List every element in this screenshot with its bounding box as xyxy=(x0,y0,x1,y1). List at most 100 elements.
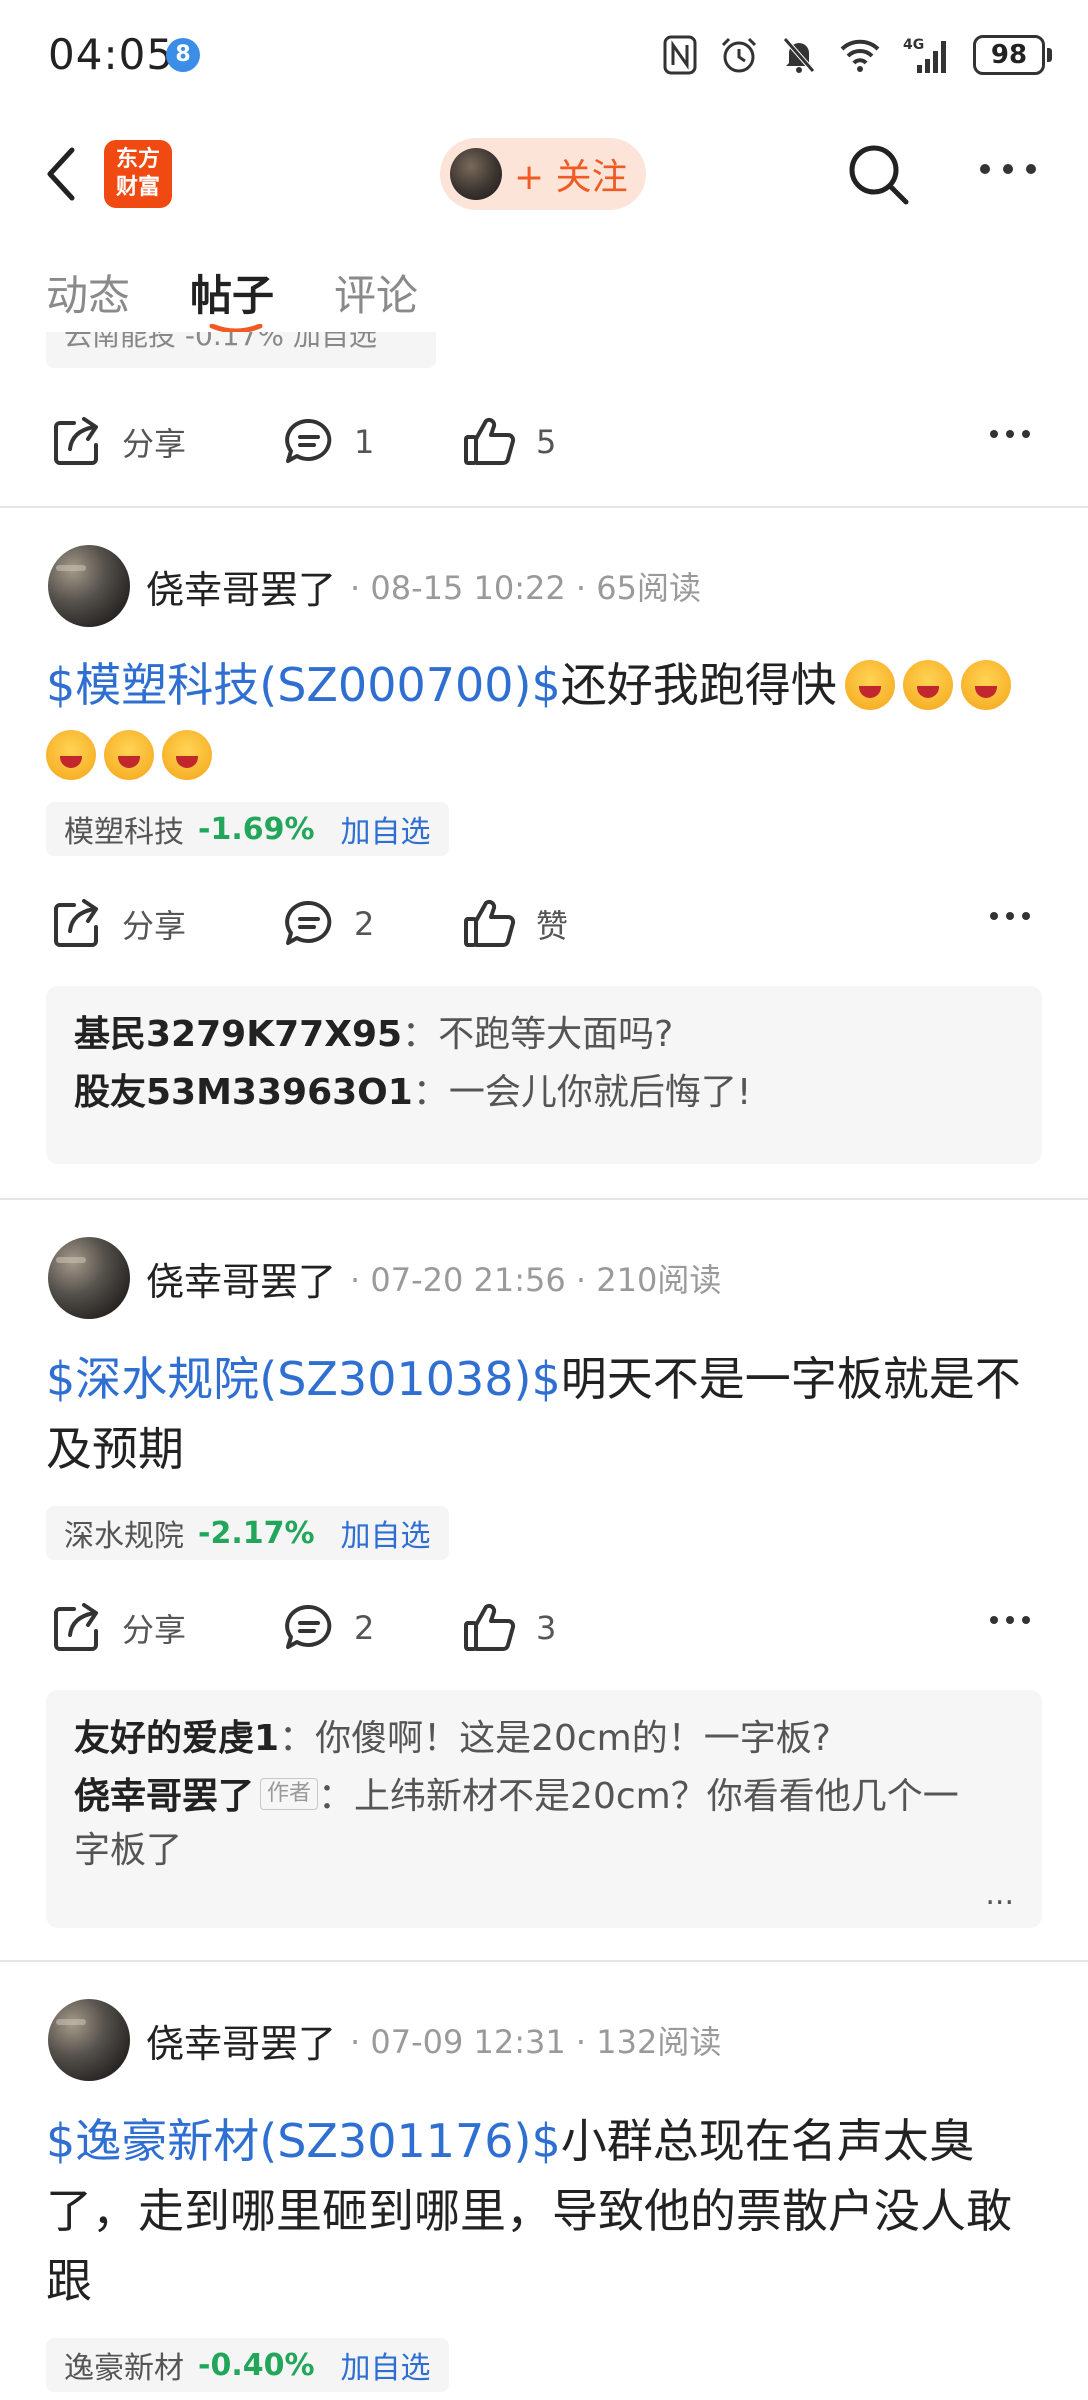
post-actions-0: 分享 1 5 xyxy=(0,402,1088,482)
add-watchlist-button[interactable]: 加自选 xyxy=(341,807,431,851)
like-count: 5 xyxy=(536,423,557,461)
add-watchlist-button[interactable]: 加自选 xyxy=(341,1511,431,1555)
comment-icon xyxy=(285,1604,332,1649)
add-watchlist-button[interactable]: 加自选 xyxy=(341,2343,431,2387)
back-arrow-icon[interactable] xyxy=(44,146,80,202)
stock-link[interactable]: $逸豪新材(SZ301176)$ xyxy=(46,2114,561,2168)
comment-item: 基民3279K77X95：不跑等大面吗? xyxy=(74,1008,1014,1062)
thumbs-up-icon xyxy=(464,417,516,465)
mute-icon xyxy=(783,37,815,73)
nfc-icon xyxy=(663,35,697,75)
tab-posts[interactable]: 帖子 xyxy=(190,262,274,323)
like-button[interactable]: 3 xyxy=(462,1588,556,1668)
comment-icon xyxy=(285,900,332,945)
tab-bar: 动态 帖子 评论 xyxy=(0,262,1088,334)
clock: 04:05 xyxy=(48,30,175,79)
author-name[interactable]: 侥幸哥罢了 xyxy=(146,559,336,614)
post-header: 侥幸哥罢了 · 07-20 21:56 · 210阅读 xyxy=(48,1236,721,1320)
tab-comments[interactable]: 评论 xyxy=(334,262,418,323)
comment-preview[interactable]: 基民3279K77X95：不跑等大面吗? 股友53M33963O1：一会儿你就后… xyxy=(46,986,1042,1164)
comment-count: 2 xyxy=(354,1609,375,1647)
comment-count: 2 xyxy=(354,905,375,943)
share-button[interactable]: 分享 xyxy=(50,884,186,964)
avatar xyxy=(450,148,502,200)
commenter-name[interactable]: 侥幸哥罢了 xyxy=(74,1776,254,1817)
battery-level: 98 xyxy=(973,35,1045,75)
stock-name: 逸豪新材 xyxy=(64,2351,184,2386)
post-actions: 分享 2 3 xyxy=(0,1588,1088,1668)
comment-text: 你傻啊！这是20cm的！一字板? xyxy=(315,1718,831,1759)
nav-bar: 东方 财富 + 关注 xyxy=(0,130,1088,220)
comment-button[interactable]: 2 xyxy=(282,884,374,964)
comment-button[interactable]: 1 xyxy=(282,402,374,482)
stock-name: 深水规院 xyxy=(64,1519,184,1554)
stock-chip-partial: 云南能投 -0.17% 加自选 xyxy=(46,332,436,368)
author-name[interactable]: 侥幸哥罢了 xyxy=(146,2013,336,2068)
more-icon[interactable] xyxy=(988,428,1032,440)
stock-chip[interactable]: 深水规院 -2.17% 加自选 xyxy=(46,1506,449,1560)
commenter-name[interactable]: 基民3279K77X95 xyxy=(74,1014,402,1055)
notification-badge: 8 xyxy=(166,38,200,72)
divider xyxy=(0,506,1088,508)
like-button[interactable]: 赞 xyxy=(462,884,568,964)
post-body[interactable]: $深水规院(SZ301038)$明天不是一字板就是不及预期 xyxy=(46,1344,1046,1484)
grin-emoji-icon xyxy=(46,729,96,780)
grin-emoji-icon xyxy=(162,729,212,780)
signal-4g-icon: 4G xyxy=(903,37,946,73)
system-icons: 4G 98 xyxy=(663,30,1052,80)
stock-link[interactable]: $深水规院(SZ301038)$ xyxy=(46,1352,561,1406)
expand-more[interactable]: ... xyxy=(985,1877,1014,1912)
more-icon[interactable] xyxy=(988,910,1032,922)
stock-change: -0.40% xyxy=(198,2347,315,2383)
logo-text-1: 东方 xyxy=(115,147,160,172)
post-meta: · 08-15 10:22 · 65阅读 xyxy=(350,569,701,607)
stock-link[interactable]: $模塑科技(SZ000700)$ xyxy=(46,658,561,712)
thumbs-up-icon xyxy=(464,1603,516,1651)
share-icon xyxy=(54,417,98,465)
post-meta: · 07-09 12:31 · 132阅读 xyxy=(350,2023,722,2061)
share-label: 分享 xyxy=(122,1611,187,1649)
avatar[interactable] xyxy=(48,545,130,627)
tab-activity[interactable]: 动态 xyxy=(46,262,130,323)
logo-text-2: 财富 xyxy=(115,175,160,200)
thumbs-up-icon xyxy=(464,899,516,947)
grin-emoji-icon xyxy=(960,659,1011,710)
commenter-name[interactable]: 股友53M33963O1 xyxy=(74,1072,413,1113)
avatar[interactable] xyxy=(48,1999,130,2081)
comment-button[interactable]: 2 xyxy=(282,1588,374,1668)
comment-separator: ： xyxy=(318,1776,355,1817)
post-meta: · 07-20 21:56 · 210阅读 xyxy=(350,1261,722,1299)
comment-text: 不跑等大面吗? xyxy=(438,1014,674,1055)
like-label: 赞 xyxy=(536,907,569,945)
stock-chip[interactable]: 模塑科技 -1.69% 加自选 xyxy=(46,802,449,856)
post-text: 还好我跑得快 xyxy=(560,658,837,712)
search-icon[interactable] xyxy=(846,142,912,208)
share-icon xyxy=(54,1603,98,1651)
stock-chip[interactable]: 逸豪新材 -0.40% 加自选 xyxy=(46,2338,449,2392)
more-icon[interactable] xyxy=(988,1614,1032,1626)
commenter-name[interactable]: 友好的爱虔1 xyxy=(74,1718,279,1759)
avatar[interactable] xyxy=(48,1237,130,1319)
post-body[interactable]: $逸豪新材(SZ301176)$小群总现在名声太臭了，走到哪里砸到哪里，导致他的… xyxy=(46,2106,1046,2316)
author-name[interactable]: 侥幸哥罢了 xyxy=(146,1251,336,1306)
share-button[interactable]: 分享 xyxy=(50,1588,186,1668)
share-icon xyxy=(54,899,98,947)
comment-icon xyxy=(285,418,332,463)
stock-chip-partial-text: 云南能投 -0.17% 加自选 xyxy=(64,332,377,352)
post-header: 侥幸哥罢了 · 08-15 10:22 · 65阅读 xyxy=(48,544,701,628)
comment-separator: ： xyxy=(402,1014,439,1055)
follow-button[interactable]: + 关注 xyxy=(440,138,646,210)
comment-text: 一会儿你就后悔了! xyxy=(448,1072,752,1113)
status-bar: 04:05 8 4G 98 xyxy=(0,0,1088,110)
grin-emoji-icon xyxy=(844,659,895,710)
stock-change: -1.69% xyxy=(198,811,315,847)
like-button[interactable]: 5 xyxy=(462,402,556,482)
comment-separator: ： xyxy=(412,1072,449,1113)
author-tag: 作者 xyxy=(260,1778,319,1810)
post-actions: 分享 2 赞 xyxy=(0,884,1088,964)
post-body[interactable]: $模塑科技(SZ000700)$还好我跑得快 xyxy=(46,650,1046,790)
more-icon[interactable] xyxy=(978,162,1038,176)
comment-preview[interactable]: 友好的爱虔1：你傻啊！这是20cm的！一字板? 侥幸哥罢了 作者 ：上纬新材不是20… xyxy=(46,1690,1042,1928)
share-button[interactable]: 分享 xyxy=(50,402,186,482)
grin-emoji-icon xyxy=(104,729,154,780)
